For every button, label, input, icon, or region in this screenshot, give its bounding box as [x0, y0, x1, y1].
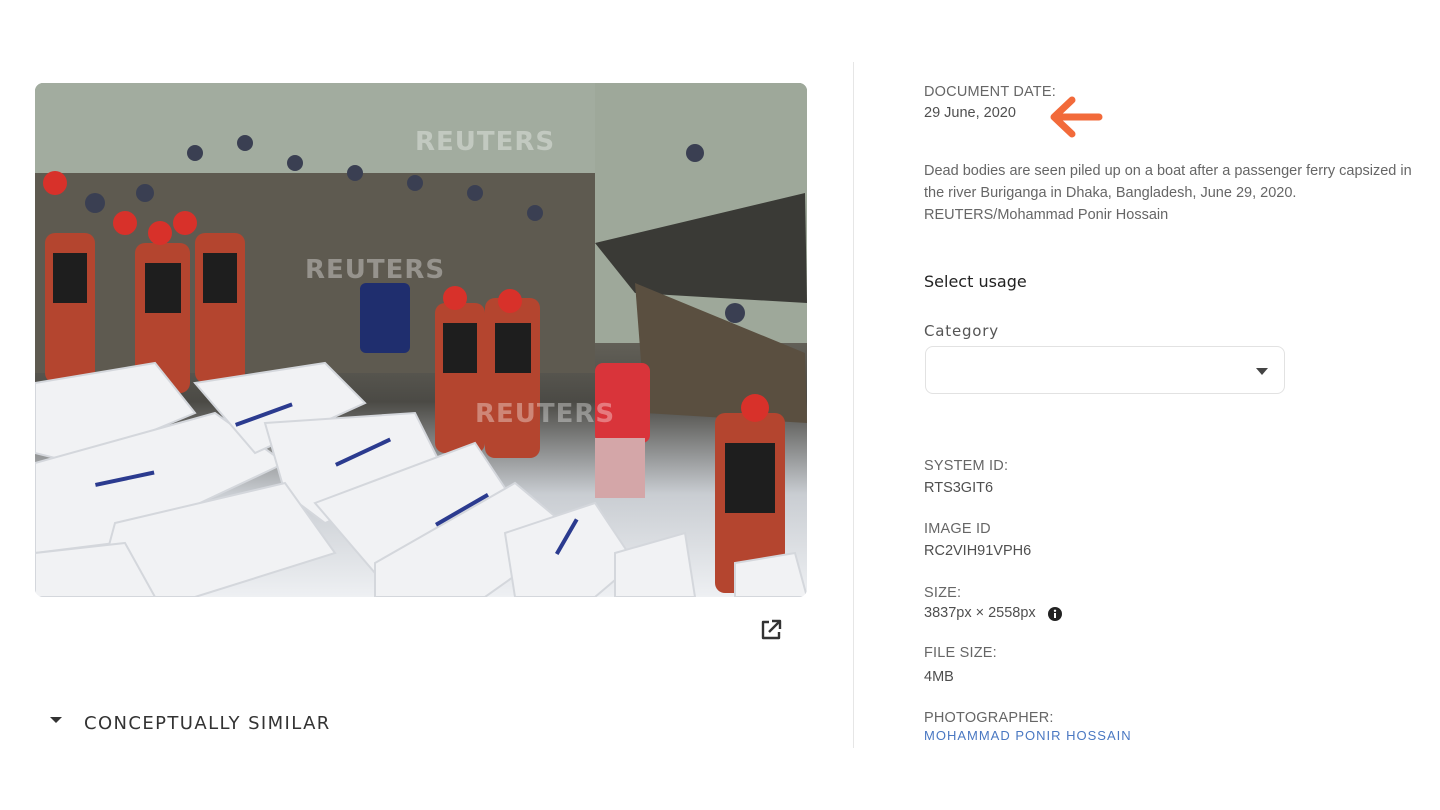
image-id-value: RC2VIH91VPH6: [924, 543, 1032, 559]
conceptually-similar-toggle[interactable]: CONCEPTUALLY SIMILAR: [50, 710, 331, 736]
info-icon[interactable]: [1048, 607, 1062, 621]
open-external-icon[interactable]: [758, 617, 784, 643]
size-label: SIZE:: [924, 585, 962, 601]
system-id-label: SYSTEM ID:: [924, 458, 1009, 474]
image-id-label: IMAGE ID: [924, 521, 991, 537]
column-divider: [853, 62, 854, 748]
watermark-text: REUTERS: [305, 255, 446, 285]
size-value: 3837px × 2558px: [924, 605, 1036, 621]
file-size-label: FILE SIZE:: [924, 645, 997, 661]
conceptually-similar-label: CONCEPTUALLY SIMILAR: [84, 712, 331, 734]
arrow-left-icon: [1046, 96, 1106, 140]
photo-illustration: [35, 83, 807, 597]
chevron-down-icon: [1256, 368, 1268, 375]
select-usage-heading: Select usage: [924, 272, 1027, 291]
category-label: Category: [924, 322, 999, 340]
file-size-value: 4MB: [924, 669, 954, 685]
watermark-text: REUTERS: [415, 127, 556, 157]
news-photo[interactable]: REUTERS REUTERS REUTERS: [35, 83, 807, 597]
document-date-label: DOCUMENT DATE:: [924, 84, 1056, 100]
category-select[interactable]: [925, 346, 1285, 394]
document-date-value: 29 June, 2020: [924, 105, 1016, 121]
photographer-link[interactable]: MOHAMMAD PONIR HOSSAIN: [924, 728, 1132, 743]
watermark-text: REUTERS: [475, 399, 616, 429]
system-id-value: RTS3GIT6: [924, 480, 994, 496]
photographer-label: PHOTOGRAPHER:: [924, 710, 1054, 726]
image-description: Dead bodies are seen piled up on a boat …: [924, 163, 1412, 223]
caret-down-icon: [50, 717, 62, 723]
